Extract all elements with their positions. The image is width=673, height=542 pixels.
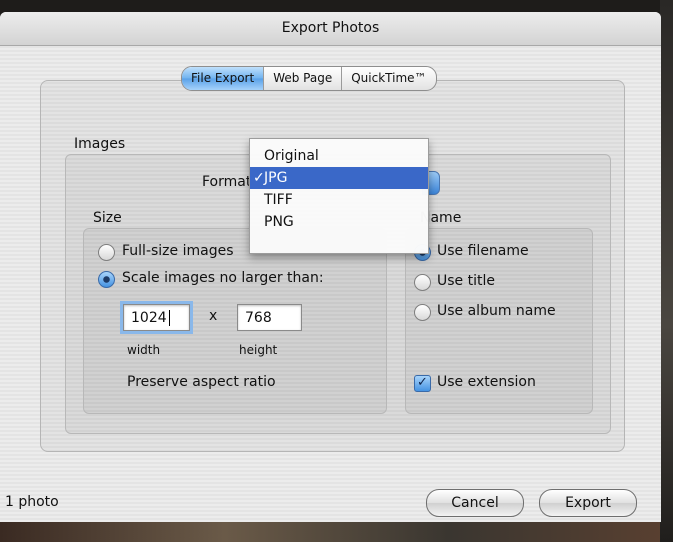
full-size-radio[interactable] — [98, 244, 115, 261]
tab-quicktime[interactable]: QuickTime™ — [342, 67, 435, 90]
desktop-background — [0, 520, 673, 542]
menu-item-original[interactable]: Original — [250, 145, 428, 167]
width-field[interactable]: 1024 — [123, 304, 190, 331]
export-photos-dialog: Export Photos File Export Web Page Quick… — [0, 12, 661, 522]
tab-web-page[interactable]: Web Page — [264, 67, 343, 90]
scale-images-radio[interactable] — [98, 271, 115, 288]
desktop-background-edge — [660, 0, 673, 542]
height-field[interactable]: 768 — [237, 304, 302, 331]
dialog-content: File Export Web Page QuickTime™ Images F… — [0, 46, 661, 522]
cancel-button[interactable]: Cancel — [426, 489, 524, 517]
use-album-name-label: Use album name — [437, 303, 556, 319]
menu-item-png[interactable]: PNG — [250, 211, 428, 233]
height-caption: height — [239, 343, 278, 357]
times-sign: x — [209, 308, 218, 324]
window-title: Export Photos — [0, 12, 661, 46]
menu-item-tiff[interactable]: TIFF — [250, 189, 428, 211]
size-group-title: Size — [93, 210, 122, 226]
menu-item-jpg[interactable]: ✓ JPG — [250, 167, 428, 189]
tab-file-export[interactable]: File Export — [182, 67, 265, 90]
use-extension-label: Use extension — [437, 374, 536, 390]
tab-bar: File Export Web Page QuickTime™ — [181, 66, 437, 91]
format-label: Format — [202, 174, 252, 190]
scale-images-label: Scale images no larger than: — [122, 270, 324, 286]
width-caption: width — [127, 343, 161, 357]
export-button[interactable]: Export — [539, 489, 637, 517]
use-filename-label: Use filename — [437, 243, 529, 259]
use-extension-checkbox[interactable]: ✓ — [414, 375, 431, 392]
checkmark-icon: ✓ — [253, 170, 265, 186]
use-title-label: Use title — [437, 273, 495, 289]
use-album-name-radio[interactable] — [414, 304, 431, 321]
full-size-label: Full-size images — [122, 243, 234, 259]
images-group-title: Images — [74, 136, 126, 152]
photo-count: 1 photo — [5, 494, 59, 510]
text-caret — [168, 310, 170, 326]
preserve-aspect-label: Preserve aspect ratio — [127, 374, 276, 390]
format-dropdown-menu: Original ✓ JPG TIFF PNG — [249, 138, 429, 254]
menu-item-jpg-label: JPG — [264, 170, 288, 186]
width-value: 1024 — [131, 310, 167, 326]
use-title-radio[interactable] — [414, 274, 431, 291]
